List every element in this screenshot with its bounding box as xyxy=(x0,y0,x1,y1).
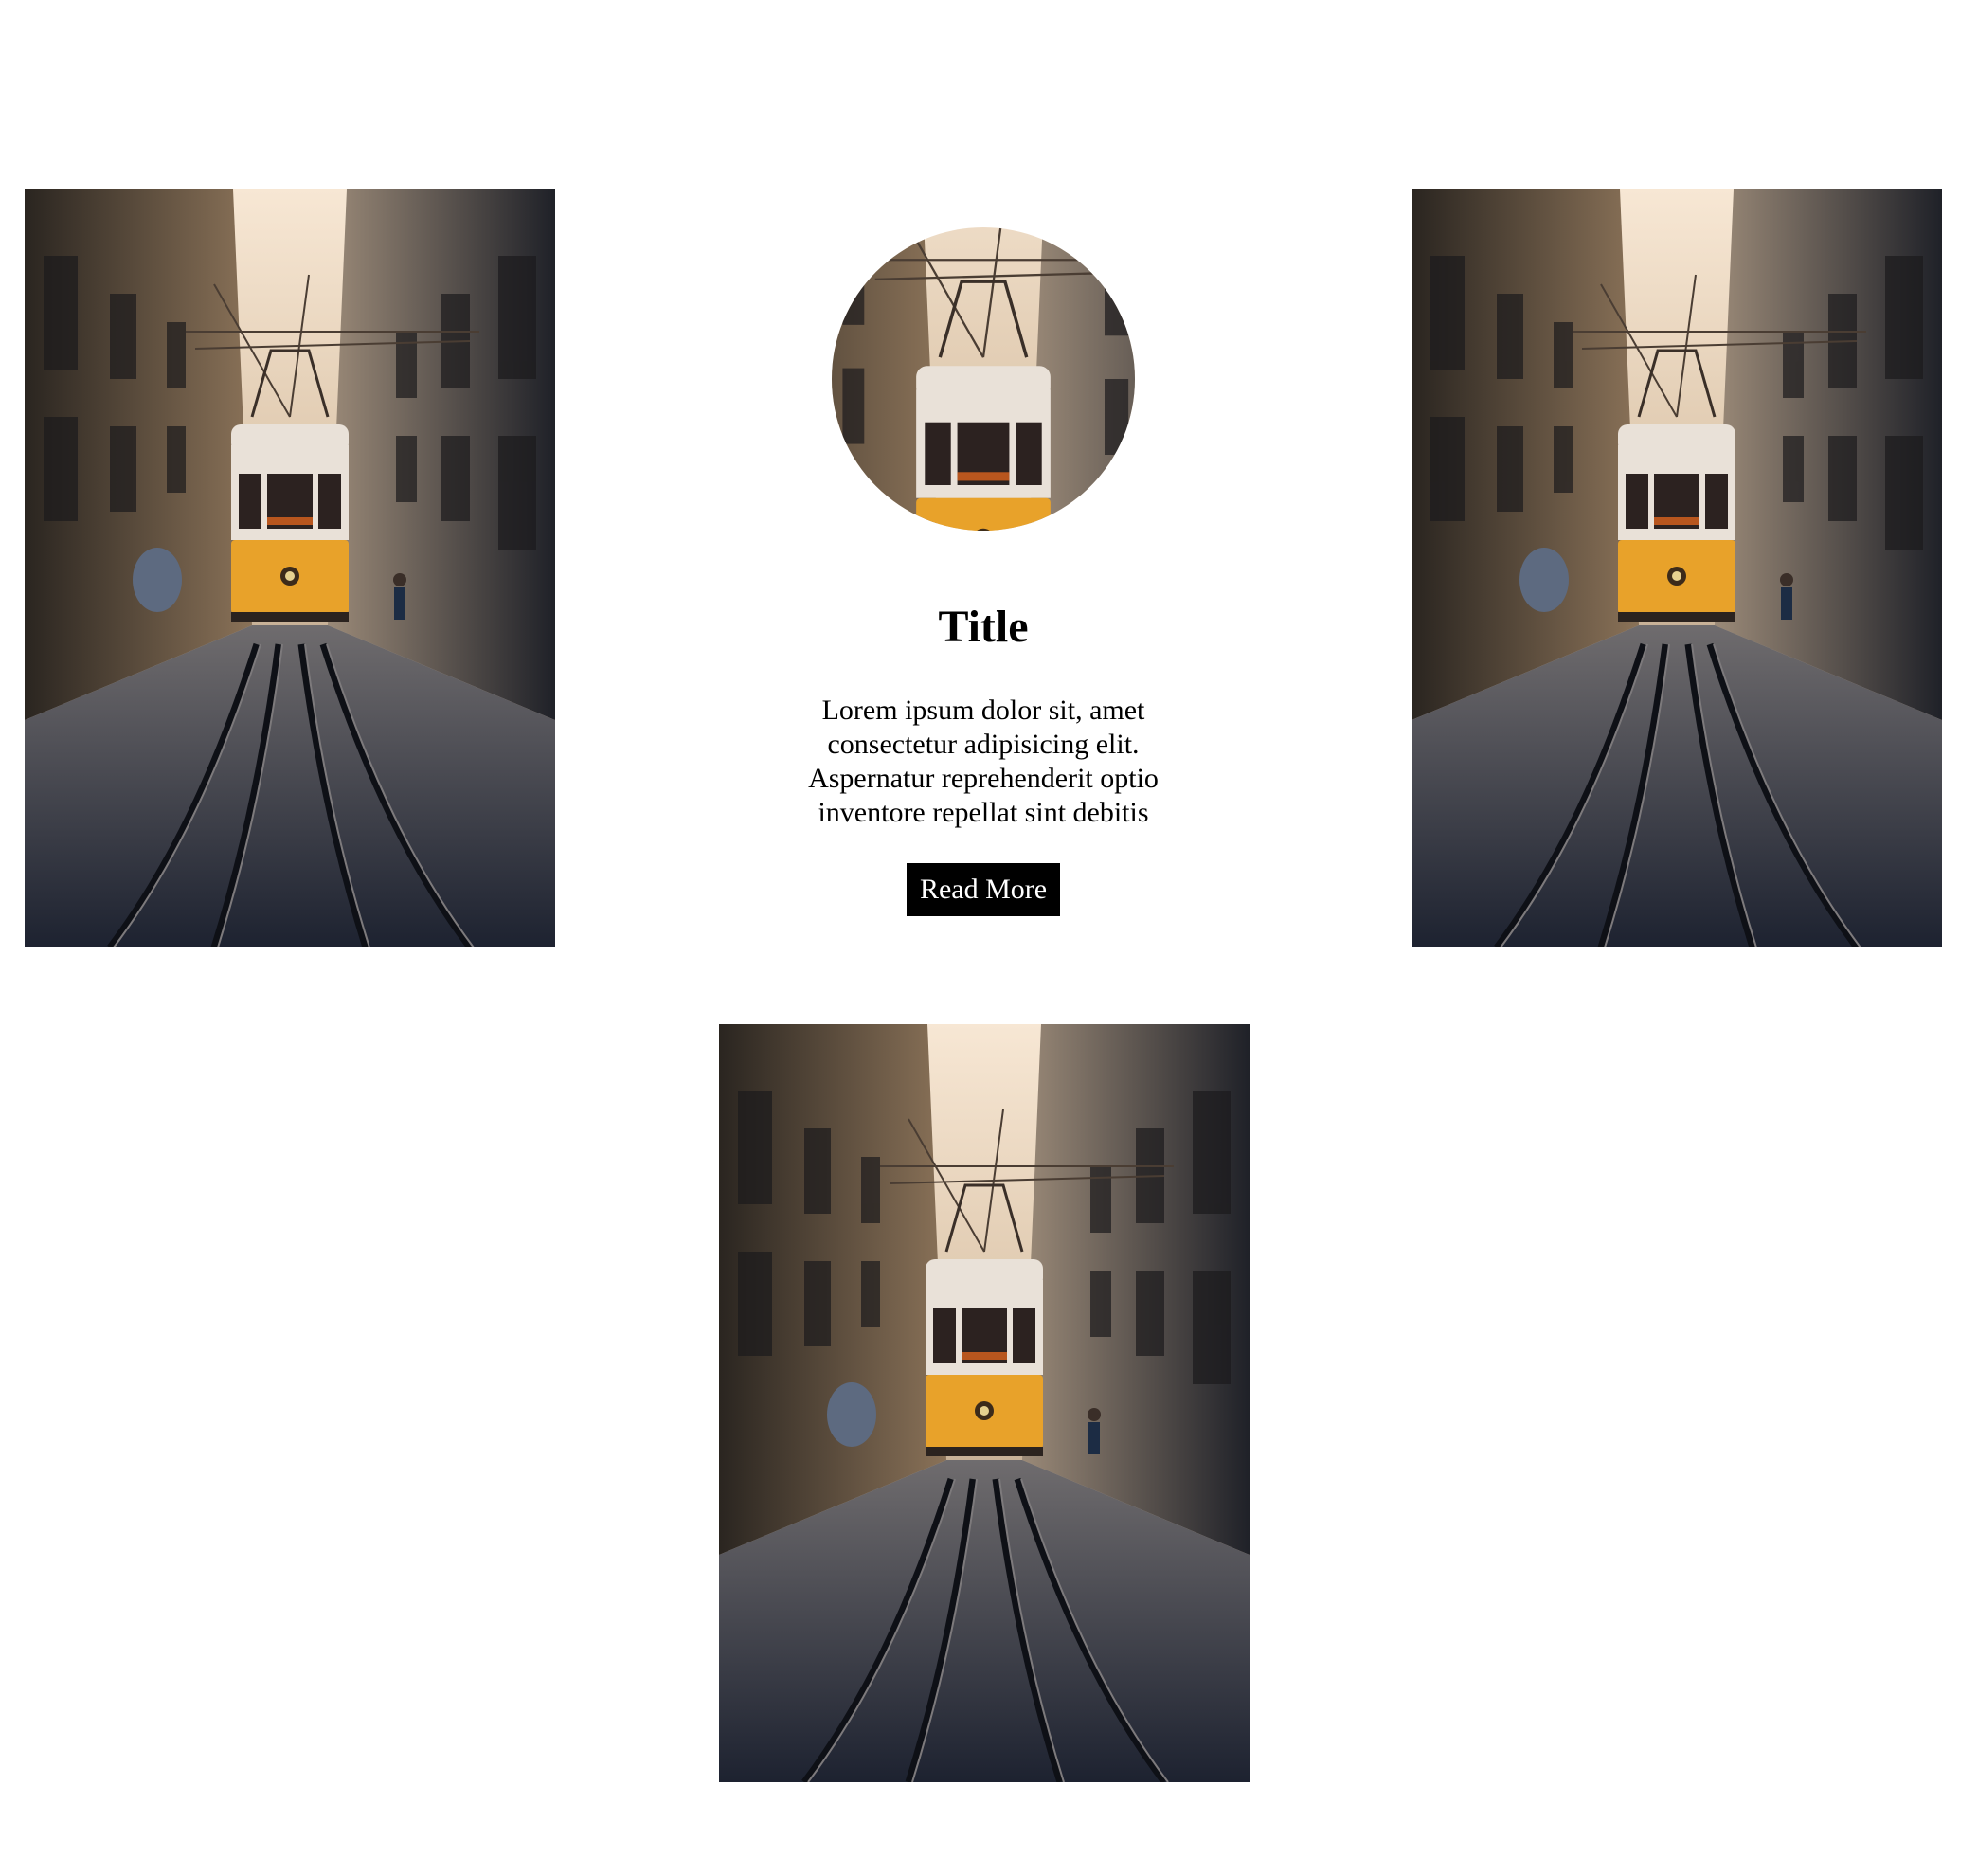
tram-photo-1 xyxy=(25,189,555,947)
tram-photo-3 xyxy=(719,1024,1250,1782)
card-text: Lorem ipsum dolor sit, amet consectetur … xyxy=(808,694,1159,828)
content-card: Title Lorem ipsum dolor sit, amet consec… xyxy=(718,189,1249,947)
card-avatar xyxy=(832,227,1135,531)
tram-photo-2 xyxy=(1412,189,1942,947)
read-more-button[interactable]: Read More xyxy=(907,863,1060,916)
card-title: Title xyxy=(938,602,1029,652)
